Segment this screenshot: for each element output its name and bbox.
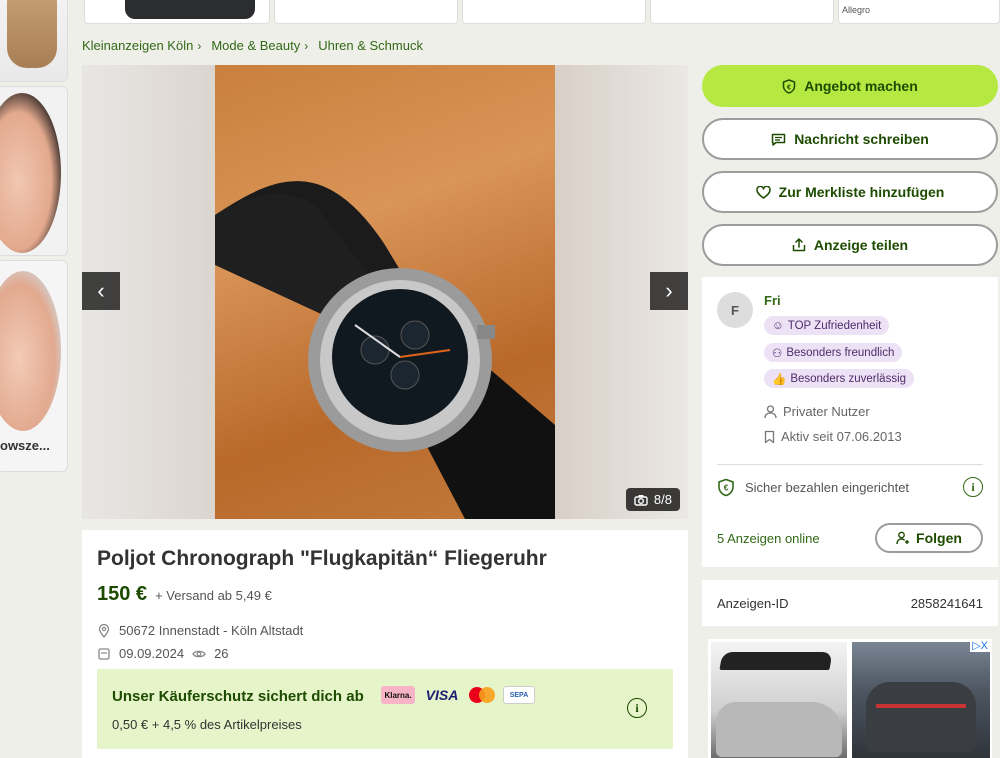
seller-type: Privater Nutzer (764, 404, 870, 419)
ad-tile-mask[interactable] (0, 86, 68, 256)
user-icon (764, 404, 777, 418)
sepa-logo: SEPA (503, 686, 535, 704)
top-ad-card[interactable] (274, 0, 458, 24)
make-offer-button[interactable]: € Angebot machen (702, 65, 998, 107)
listing-location[interactable]: 50672 Innenstadt - Köln Altstadt (119, 623, 303, 638)
listing-views: 26 (214, 646, 229, 661)
buyer-protection-title: Unser Käuferschutz sichert dich ab (112, 688, 364, 705)
follow-button[interactable]: Folgen (875, 523, 983, 553)
camera-icon (634, 494, 648, 506)
image-gallery[interactable]: ‹ › 8/8 (82, 65, 688, 519)
breadcrumb: Kleinanzeigen Köln › Mode & Beauty › Uhren… (82, 38, 423, 53)
ad-image-detail (716, 702, 842, 757)
mastercard-logo (469, 686, 495, 704)
chevron-right-icon: › (665, 278, 673, 303)
ad-id-label: Anzeigen-ID (717, 595, 789, 611)
svg-text:€: € (724, 483, 729, 492)
photo-counter: 8/8 (625, 488, 680, 511)
heart-icon (755, 185, 771, 199)
badge-reliable: 👍 Besonders zuverlässig (764, 369, 915, 388)
gallery-main-image[interactable] (215, 65, 555, 519)
info-icon[interactable]: i (963, 477, 983, 497)
allegro-label: Allegro (842, 5, 871, 15)
secure-payment-row: € Sicher bezahlen eingerichtet i (717, 477, 983, 497)
thumbs-up-icon: 👍 (772, 373, 787, 386)
ad-tile-person[interactable] (0, 0, 68, 82)
info-icon[interactable]: i (627, 698, 647, 718)
badge-friendly: ⚇ Besonders freundlich (764, 343, 903, 362)
chevron-left-icon: ‹ (97, 278, 105, 303)
share-listing-button[interactable]: Anzeige teilen (702, 224, 998, 266)
badge-top-satisfaction: ☺ TOP Zufriedenheit (764, 316, 890, 335)
breadcrumb-item[interactable]: Kleinanzeigen Köln › (82, 38, 201, 53)
date-views-row: 09.09.2024 26 (97, 646, 229, 661)
seller-name[interactable]: Fri (764, 293, 781, 308)
listing-title: Poljot Chronograph "Flugkapitän“ Flieger… (97, 547, 547, 570)
user-heart-icon: ⚇ (772, 347, 783, 360)
seller-ads-online-link[interactable]: 5 Anzeigen online (717, 531, 820, 546)
buyer-protection-box: Unser Käuferschutz sichert dich ab Klarn… (97, 669, 673, 749)
smiley-icon: ☺ (772, 319, 784, 332)
breadcrumb-item[interactable]: Uhren & Schmuck (318, 38, 423, 53)
divider (717, 464, 983, 465)
eye-icon (192, 650, 206, 657)
message-icon (771, 133, 786, 146)
ad-image (0, 271, 61, 431)
buyer-protection-fee: 0,50 € + 4,5 % des Artikelpreises (112, 717, 302, 732)
ad-image-spoiler[interactable] (711, 642, 847, 758)
left-ad-column: owsze... (0, 0, 70, 758)
shipping-info: + Versand ab 5,49 € (155, 588, 272, 603)
chevron-right-icon: › (304, 38, 309, 53)
gallery-prev-button[interactable]: ‹ (82, 272, 120, 310)
ad-image-detail (719, 652, 833, 670)
ad-image (7, 0, 57, 68)
share-icon (792, 238, 806, 252)
avatar[interactable]: F (717, 292, 753, 328)
ad-choices-close-icon[interactable]: ▷X (970, 639, 990, 652)
listing-price: 150 € (97, 583, 148, 605)
top-ad-card[interactable] (462, 0, 646, 24)
location-pin-icon (98, 623, 110, 638)
top-ad-card[interactable] (84, 0, 270, 24)
ad-image (0, 93, 61, 253)
listing-date: 09.09.2024 (119, 646, 185, 661)
visa-logo: VISA (425, 687, 459, 703)
location-row: 50672 Innenstadt - Köln Altstadt (97, 623, 303, 638)
klarna-logo: Klarna. (381, 686, 415, 704)
ad-image (125, 0, 255, 19)
watch-image (215, 181, 555, 519)
add-to-watchlist-button[interactable]: Zur Merkliste hinzufügen (702, 171, 998, 213)
ad-image-car[interactable] (852, 642, 990, 758)
bookmark-icon (764, 430, 775, 443)
price-row: 150 € + Versand ab 5,49 € (97, 583, 272, 606)
shield-euro-icon: € (782, 78, 796, 94)
svg-text:€: € (787, 84, 791, 91)
breadcrumb-item[interactable]: Mode & Beauty › (211, 38, 308, 53)
listing-details-card: Poljot Chronograph "Flugkapitän“ Flieger… (82, 530, 688, 758)
top-ad-card[interactable] (650, 0, 834, 24)
ad-image-detail (876, 704, 966, 708)
calendar-icon (98, 648, 110, 660)
shield-euro-icon: € (718, 478, 734, 496)
bottom-ad[interactable]: ▷X (708, 639, 992, 758)
gallery-next-button[interactable]: › (650, 272, 688, 310)
seller-active-since: Aktiv seit 07.06.2013 (764, 429, 902, 444)
ad-id-card: Anzeigen-ID 2858241641 (702, 580, 998, 626)
send-message-button[interactable]: Nachricht schreiben (702, 118, 998, 160)
payment-logos: Klarna. VISA SEPA (381, 686, 535, 704)
ad-id-value: 2858241641 (910, 595, 983, 611)
user-add-icon (896, 531, 910, 545)
ad-image-detail (866, 682, 976, 752)
seller-card: F Fri ☺ TOP Zufriedenheit ⚇ Besonders freu… (702, 277, 998, 567)
chevron-right-icon: › (197, 38, 202, 53)
ad-caption[interactable]: owsze... (0, 438, 50, 453)
